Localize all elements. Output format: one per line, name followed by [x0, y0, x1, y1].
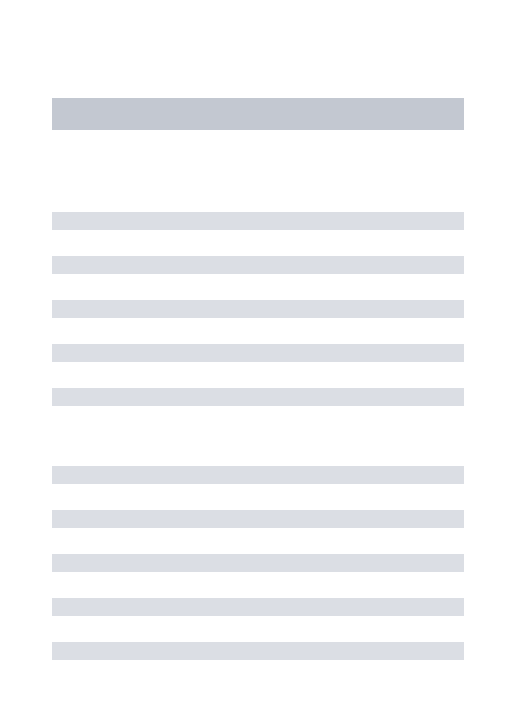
skeleton-line — [52, 642, 464, 660]
skeleton-line — [52, 510, 464, 528]
skeleton-line — [52, 388, 464, 406]
skeleton-line — [52, 598, 464, 616]
skeleton-header — [52, 98, 464, 130]
skeleton-line — [52, 212, 464, 230]
skeleton-line — [52, 466, 464, 484]
skeleton-line — [52, 256, 464, 274]
skeleton-group-1 — [52, 212, 464, 406]
skeleton-container — [52, 98, 464, 660]
skeleton-line — [52, 554, 464, 572]
skeleton-line — [52, 300, 464, 318]
skeleton-group-2 — [52, 466, 464, 660]
skeleton-line — [52, 344, 464, 362]
